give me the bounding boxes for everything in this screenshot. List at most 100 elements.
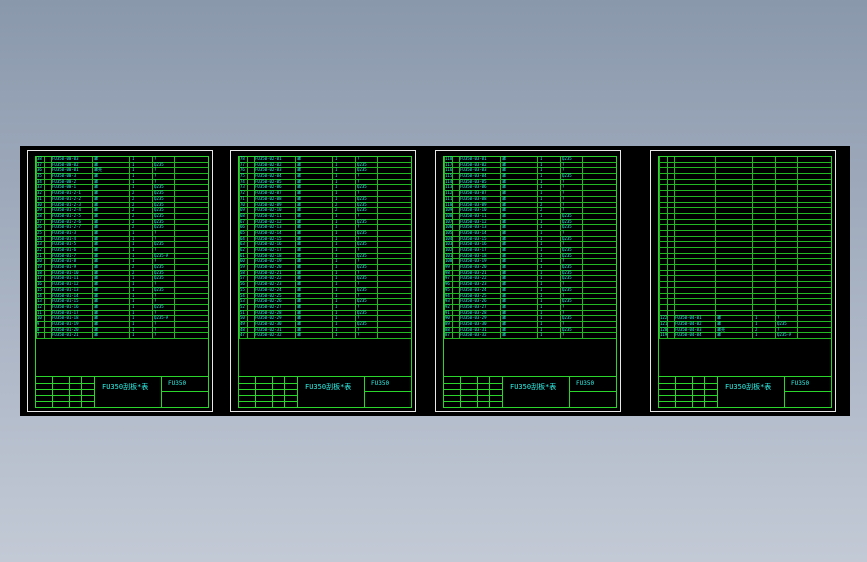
bom-cell-code: FU350-02-24	[255, 286, 282, 292]
bom-table: 38 FU350-00-03 罩 1? 37 FU350-00-02 罩 1 Q235 36 FU3…	[36, 156, 208, 339]
bom-cell-code: FU350-02-22	[255, 275, 282, 281]
bom-cell-name: 罩	[502, 207, 506, 213]
bom-cell-mat: ?	[562, 281, 565, 287]
bom-cell-no: 87	[445, 332, 450, 338]
bom-cell-name: 罩	[502, 303, 506, 309]
bom-cell-qty: 1	[540, 212, 543, 218]
bom-cell-no: 90	[445, 315, 450, 321]
bom-cell-name: 罩	[297, 247, 301, 252]
bom-cell-mat: Q235	[562, 218, 572, 224]
bom-cell-mat: Q235	[357, 252, 367, 258]
bom-cell-qty: 1	[132, 241, 135, 247]
bom-cell-name: 罩	[297, 207, 301, 213]
bom-cell-code: FU350-01-2-7	[52, 224, 81, 230]
bom-cell-name: 罩	[94, 332, 98, 338]
bom-cell-name: 罩	[717, 315, 721, 321]
bom-cell-name: 罩	[297, 178, 301, 184]
bom-cell-mat: Q235	[154, 303, 164, 309]
bom-cell-qty: 1	[540, 167, 543, 173]
bom-cell-name: 罩	[502, 201, 506, 207]
bom-cell-qty: 1	[335, 309, 338, 315]
bom-cell-qty: 2	[132, 201, 135, 207]
bom-cell-name: 罩	[502, 173, 506, 179]
bom-cell-no: 50	[240, 315, 245, 321]
bom-cell-no: 106	[445, 224, 453, 230]
bom-cell-no: 57	[240, 275, 245, 281]
bom-cell-no: 24	[37, 235, 42, 241]
bom-cell-mat: Q235	[357, 184, 367, 190]
cad-model-space[interactable]: 38 FU350-00-03 罩 1? 37 FU350-00-02 罩 1 Q235 36 FU3…	[20, 146, 850, 416]
bom-cell-name: 罩	[297, 218, 301, 224]
drawing-frame: 78 FU350-02-01 罩 1? 77 FU350-02-02 罩 1 Q235 76 FU3…	[238, 156, 412, 408]
bom-cell-code: FU350-03-09	[460, 201, 487, 207]
bom-cell-name: 罩	[297, 195, 301, 201]
bom-cell-mat: Q235	[357, 286, 367, 292]
bom-cell-mat: Q235	[357, 167, 367, 173]
bom-cell-code: FU350-02-13	[255, 224, 282, 230]
bom-cell-name: 罩	[502, 292, 506, 298]
bom-cell-qty: 1	[540, 303, 543, 309]
bom-cell-name: 罩	[94, 281, 98, 287]
bom-cell-name: 罩	[502, 286, 506, 292]
bom-cell-name: 罩	[94, 224, 98, 230]
bom-cell-name: 罩	[502, 247, 506, 252]
bom-cell-code: FU350-03-05	[460, 178, 487, 184]
bom-cell-mat: ?	[562, 258, 565, 264]
bom-cell-code: FU350-02-03	[255, 167, 282, 173]
bom-cell-no: 60	[240, 258, 245, 264]
bom-cell-name: 罩	[502, 167, 506, 173]
bom-cell-mat: Q235	[357, 229, 367, 235]
drawing-sheet-3[interactable]: 118 FU350-03-01 罩 1 Q235 117 FU350-03-02 罩 1? 116…	[435, 150, 621, 412]
bom-cell-name: 罩	[94, 178, 98, 184]
bom-cell-code: FU350-03-08	[460, 195, 487, 201]
bom-cell-no: 16	[37, 281, 42, 287]
bom-cell-name: 罩	[94, 309, 98, 315]
bom-cell-name: 罩	[94, 201, 98, 207]
bom-cell-name: 罩	[94, 315, 98, 321]
bom-cell-name: 罩	[502, 235, 506, 241]
bom-cell-qty: 2	[335, 207, 338, 213]
drawing-sheet-1[interactable]: 38 FU350-00-03 罩 1? 37 FU350-00-02 罩 1 Q235 36 FU3…	[27, 150, 213, 412]
bom-cell-code: FU350-03-30	[460, 320, 487, 326]
bom-cell-code: FU350-01-14	[52, 292, 79, 298]
bom-cell-qty: 1	[132, 281, 135, 287]
bom-cell-name: 罩	[297, 281, 301, 287]
bom-cell-qty: 1	[540, 229, 543, 235]
bom-cell-code: FU350-02-14	[255, 229, 282, 235]
bom-cell-qty: 1	[335, 178, 338, 184]
bom-cell-mat: Q235	[154, 269, 164, 275]
bom-cell-name: 罩	[297, 258, 301, 264]
bom-cell-qty: 1	[132, 309, 135, 315]
bom-cell-name: 罩	[297, 292, 301, 298]
bom-cell-qty: 1	[132, 184, 135, 190]
bom-cell-qty: 2	[132, 212, 135, 218]
bom-cell-code: FU350-01-21	[52, 332, 79, 338]
bom-cell-name: 罩	[297, 229, 301, 235]
bom-cell-code: FU350-03-18	[460, 252, 487, 258]
bom-cell-mat: Q235	[154, 218, 164, 224]
bom-cell-name: 罩	[502, 309, 506, 315]
bom-cell-code: FU350-03-12	[460, 218, 487, 224]
bom-cell-no: 119	[660, 332, 668, 338]
bom-cell-qty: 1	[132, 252, 135, 258]
bom-cell-qty: 1	[540, 292, 543, 298]
bom-cell-name: 罩	[297, 167, 301, 173]
bom-cell-qty: 2	[132, 195, 135, 201]
bom-cell-mat: ?	[562, 332, 565, 338]
bom-cell-code: FU350-01-10	[52, 269, 79, 275]
bom-cell-code: FU350-02-19	[255, 258, 282, 264]
bom-cell-name: 罩	[297, 201, 301, 207]
bom-cell-no: 108	[445, 212, 453, 218]
bom-cell-qty: 1	[540, 156, 543, 161]
drawing-sheet-2[interactable]: 78 FU350-02-01 罩 1? 77 FU350-02-02 罩 1 Q235 76 FU3…	[230, 150, 416, 412]
bom-cell-mat: Q235	[562, 326, 572, 332]
bom-cell-mat: Q235	[154, 241, 164, 247]
bom-cell-code: FU350-02-30	[255, 320, 282, 326]
bom-cell-code: FU350-04-04	[675, 332, 702, 338]
bom-cell-no: 8	[37, 326, 40, 332]
bom-cell-qty: 1	[132, 320, 135, 326]
bom-cell-mat: Q235	[154, 184, 164, 190]
bom-cell-code: FU350-01-12	[52, 281, 79, 287]
drawing-sheet-4[interactable]: 122 FU350-04-01 罩 1? 121 FU350-04-02 罩 1 Q235 120…	[650, 150, 836, 412]
bom-cell-qty: 1	[540, 269, 543, 275]
